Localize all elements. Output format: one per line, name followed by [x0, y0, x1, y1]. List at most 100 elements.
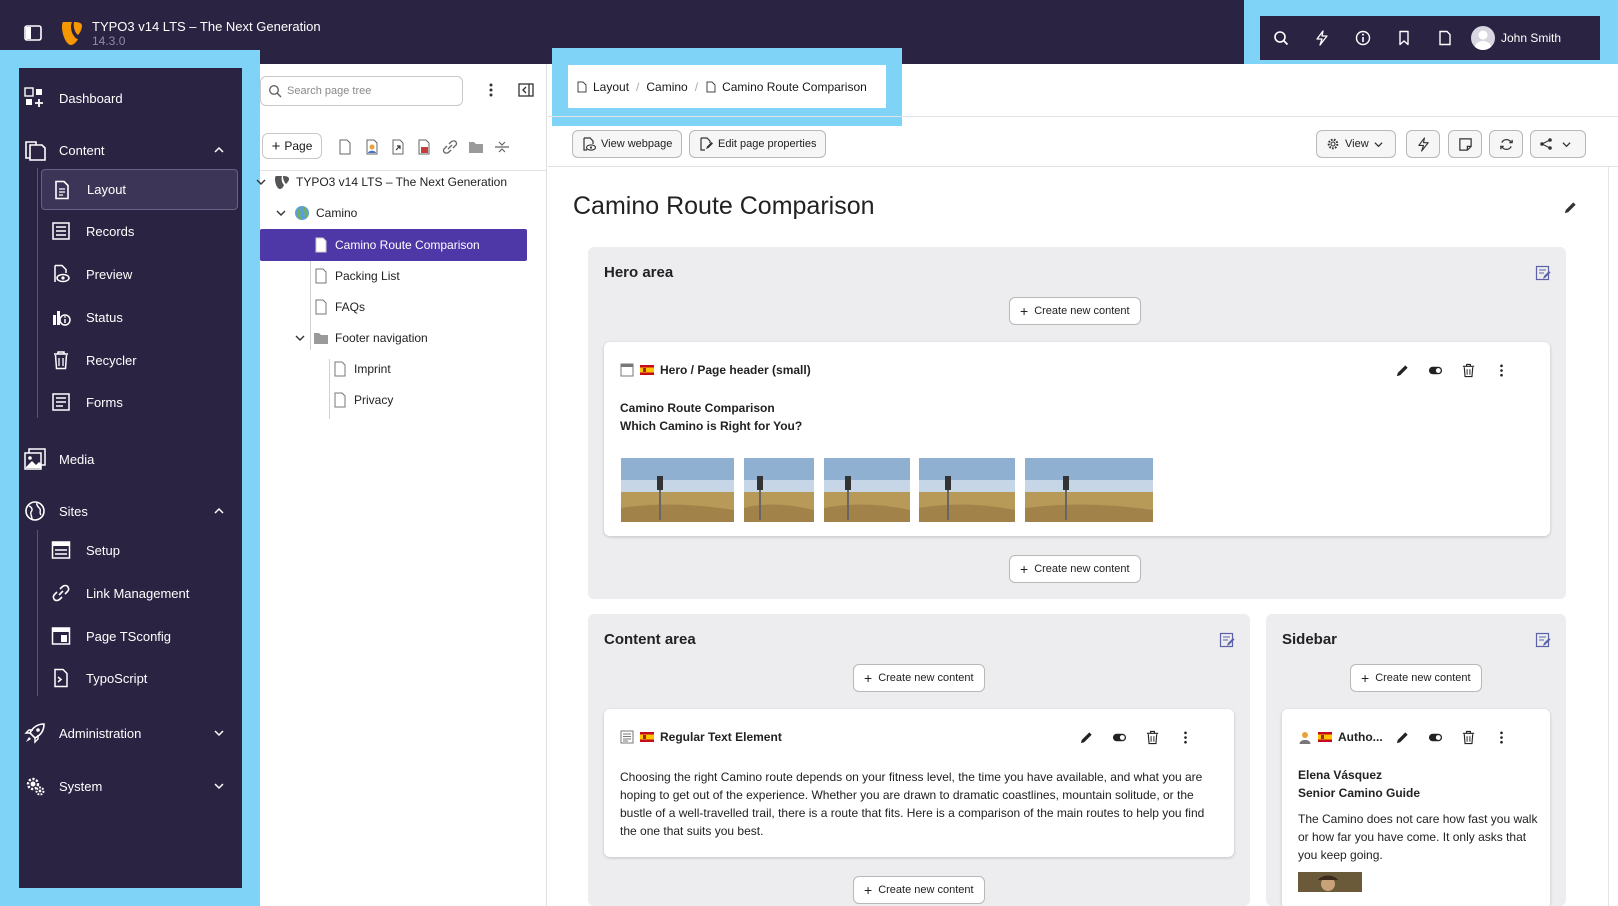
tree-node-page[interactable]: FAQs [313, 291, 365, 323]
edit-page-properties-button[interactable]: Edit page properties [689, 130, 827, 158]
reload-button[interactable] [1489, 130, 1523, 158]
tree-node-page[interactable]: Imprint [332, 353, 391, 385]
sidebar-item-layout[interactable]: Layout [41, 169, 238, 210]
tree-node-root[interactable]: TYPO3 v14 LTS – The Next Generation [256, 166, 547, 198]
sidebar-item-content[interactable]: Content [19, 128, 242, 172]
page-type-folder-icon[interactable] [468, 139, 484, 155]
edit-element-button[interactable] [1070, 727, 1103, 747]
edit-column-icon[interactable] [1535, 632, 1551, 648]
more-vertical-icon[interactable] [484, 82, 498, 98]
sidebar-item-link-management[interactable]: Link Management [41, 573, 238, 614]
sidebar-item-page-tsconfig[interactable]: Page TSconfig [41, 616, 238, 657]
share-dropdown[interactable] [1530, 130, 1586, 158]
delete-element-button[interactable] [1452, 727, 1485, 747]
image-thumbnail[interactable] [744, 458, 814, 522]
tree-node-page[interactable]: Packing List [313, 260, 400, 292]
chevron-down-icon[interactable] [214, 781, 224, 791]
tree-node-selected[interactable]: Camino Route Comparison [260, 229, 527, 261]
page-type-spacer-icon[interactable] [494, 139, 510, 155]
breadcrumb-item[interactable]: Camino [646, 80, 687, 94]
image-thumbnail[interactable] [1025, 458, 1153, 522]
toggle-visibility-button[interactable] [1419, 727, 1452, 747]
sidebar-item-system[interactable]: System [19, 764, 242, 808]
sticky-note-button[interactable] [1448, 130, 1482, 158]
image-thumbnail[interactable] [621, 458, 734, 522]
tree-guide [329, 359, 330, 419]
sidebar-item-recycler[interactable]: Recycler [41, 340, 238, 381]
page-type-backend-user-icon[interactable] [364, 139, 380, 155]
search-icon[interactable] [1260, 16, 1301, 60]
page-icon [315, 268, 327, 284]
content-element-card[interactable]: Autho... Elena Vásquez Senior Camino Gui… [1282, 709, 1550, 906]
collapse-tree-icon[interactable] [518, 83, 534, 97]
create-new-content-button[interactable]: + Create new content [853, 876, 985, 904]
tree-node-folder[interactable]: Footer navigation [295, 322, 428, 354]
create-new-content-button[interactable]: + Create new content [853, 664, 985, 692]
chevron-down-icon [1562, 141, 1571, 147]
sidebar-item-preview[interactable]: Preview [41, 254, 238, 295]
new-page-button[interactable]: + Page [262, 133, 322, 159]
toggle-on-icon [1428, 733, 1443, 741]
info-icon[interactable] [1342, 16, 1383, 60]
chevron-up-icon[interactable] [214, 506, 224, 516]
sidebar-item-typoscript[interactable]: TypoScript [41, 658, 238, 699]
chevron-down-icon[interactable] [295, 333, 305, 343]
bookmark-icon[interactable] [1383, 16, 1424, 60]
sidebar-toggle-icon[interactable] [24, 25, 42, 41]
delete-element-button[interactable] [1136, 727, 1169, 747]
view-webpage-button[interactable]: View webpage [572, 130, 683, 158]
edit-column-icon[interactable] [1535, 265, 1551, 281]
more-actions-button[interactable] [1485, 360, 1518, 380]
edit-column-icon[interactable] [1219, 632, 1235, 648]
chevron-down-icon[interactable] [214, 728, 224, 738]
chevron-down-icon[interactable] [276, 208, 286, 218]
image-thumbnail[interactable] [824, 458, 910, 522]
sidebar-item-forms[interactable]: Forms [41, 382, 238, 423]
sidebar-item-media[interactable]: Media [19, 437, 242, 481]
sidebar-item-records[interactable]: Records [41, 211, 238, 252]
tree-node-label: Packing List [335, 269, 400, 283]
typo3-logo-icon[interactable] [60, 20, 84, 46]
open-documents-icon[interactable] [1424, 16, 1465, 60]
flush-cache-icon[interactable] [1301, 16, 1342, 60]
link-icon [52, 584, 70, 602]
chevron-up-icon[interactable] [214, 145, 224, 155]
scrollbar-track[interactable] [1608, 167, 1609, 906]
page-type-standard-icon[interactable] [337, 139, 353, 155]
create-new-content-button[interactable]: + Create new content [1350, 664, 1482, 692]
create-new-content-button[interactable]: + Create new content [1009, 555, 1141, 583]
edit-element-button[interactable] [1386, 360, 1419, 380]
page-icon [706, 81, 716, 92]
hero-area: Hero area + Create new content Hero / Pa… [588, 247, 1566, 599]
sidebar-item-status[interactable]: Status [41, 297, 238, 338]
page-tree-search-input[interactable]: Search page tree [260, 76, 463, 106]
edit-element-button[interactable] [1386, 727, 1419, 747]
page-type-shortcut-icon[interactable] [390, 139, 406, 155]
tree-node-page[interactable]: Privacy [332, 384, 393, 416]
media-image-icon [24, 448, 46, 470]
user-menu[interactable]: John Smith [1471, 26, 1561, 50]
image-thumbnail[interactable] [919, 458, 1015, 522]
breadcrumb-item[interactable]: Layout [593, 80, 629, 94]
view-dropdown[interactable]: View [1316, 130, 1396, 158]
tree-node-label: FAQs [335, 300, 366, 314]
chevron-down-icon[interactable] [256, 177, 266, 187]
tree-node-site[interactable]: Camino [276, 197, 547, 229]
page-type-mountpoint-icon[interactable] [416, 139, 432, 155]
breadcrumb-item-current[interactable]: Camino Route Comparison [722, 80, 867, 94]
sidebar-item-administration[interactable]: Administration [19, 711, 242, 755]
create-new-content-button[interactable]: + Create new content [1009, 297, 1141, 325]
toggle-visibility-button[interactable] [1103, 727, 1136, 747]
toggle-visibility-button[interactable] [1419, 360, 1452, 380]
more-actions-button[interactable] [1169, 727, 1202, 747]
sidebar-item-setup[interactable]: Setup [41, 530, 238, 571]
sidebar-item-dashboard[interactable]: Dashboard [19, 76, 242, 120]
hero-subheading: Which Camino is Right for You? [620, 419, 803, 433]
sidebar-item-sites[interactable]: Sites [19, 489, 242, 533]
clear-cache-button[interactable] [1406, 130, 1440, 158]
more-actions-button[interactable] [1485, 727, 1518, 747]
pencil-icon[interactable] [1563, 200, 1578, 215]
delete-element-button[interactable] [1452, 360, 1485, 380]
page-type-link-icon[interactable] [442, 139, 458, 155]
content-element-card[interactable]: Regular Text Element Choosing the right … [604, 709, 1234, 857]
